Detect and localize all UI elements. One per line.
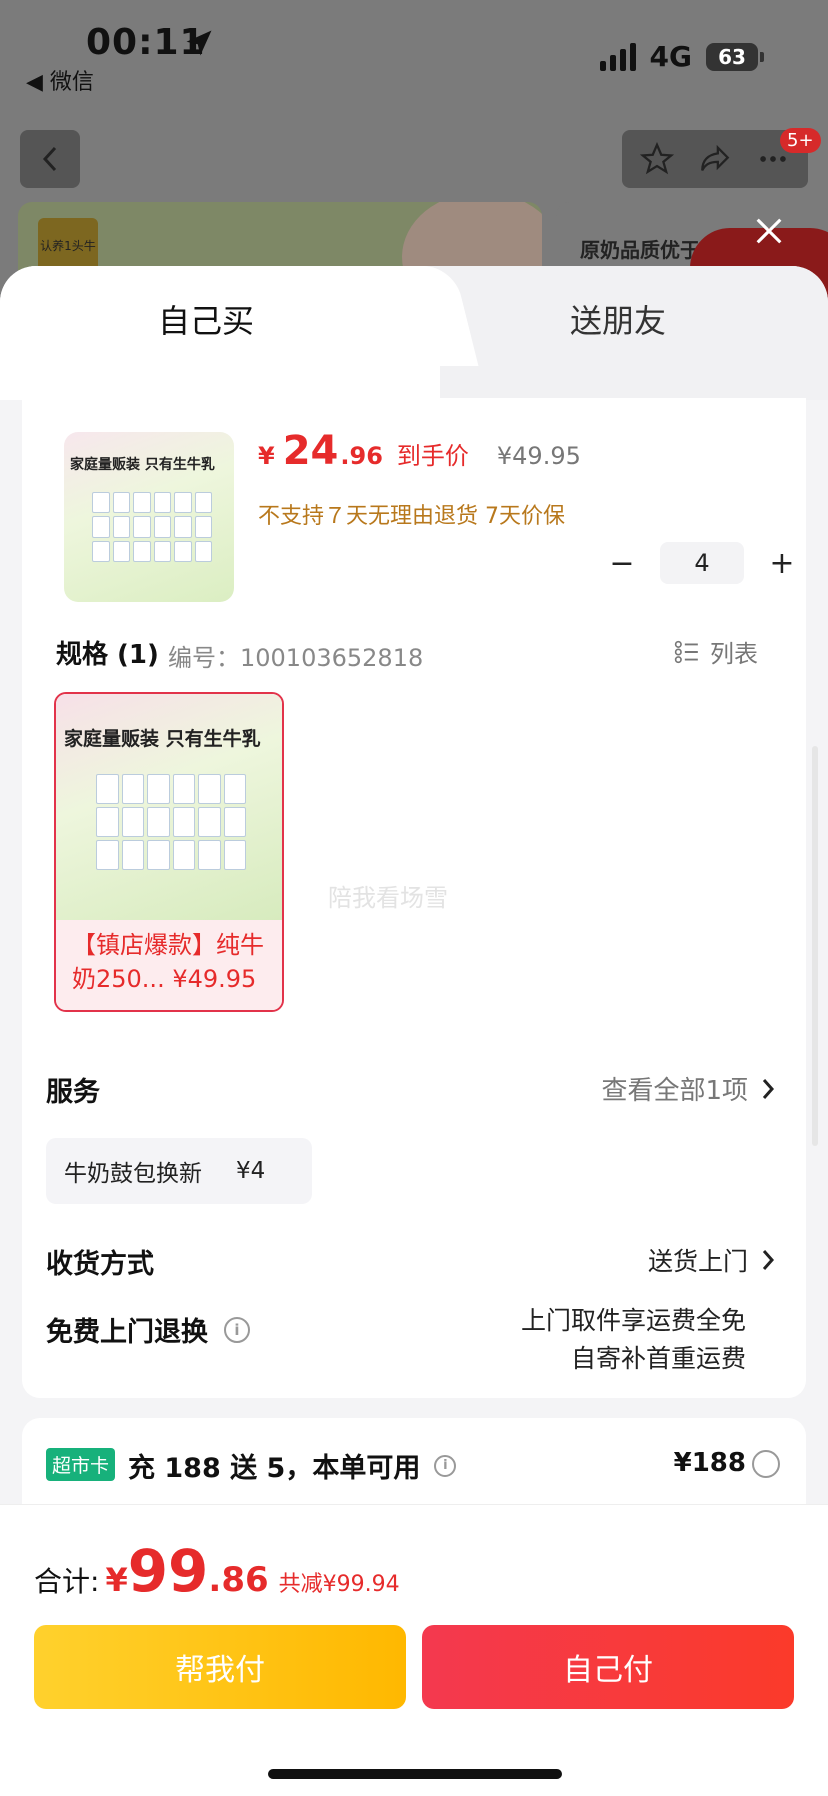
spec-image-title: 家庭量贩装 只有生牛乳 xyxy=(64,728,261,750)
decrease-button[interactable]: − xyxy=(604,545,640,581)
service-chip-price: ¥4 xyxy=(236,1158,266,1184)
chevron-right-icon xyxy=(762,1078,775,1099)
total-label: 合计: xyxy=(34,1565,100,1598)
price-row: ¥ 24 .96 到手价 ¥49.95 xyxy=(258,428,581,474)
price-tag: 到手价 xyxy=(396,442,469,470)
price-integer: 24 xyxy=(282,428,339,474)
spec-option-caption: 【镇店爆款】纯牛奶250... ¥49.95 xyxy=(56,920,282,1010)
original-price: ¥49.95 xyxy=(496,442,581,470)
price-decimal: .96 xyxy=(340,442,383,470)
quantity-stepper: − 4 + xyxy=(604,542,800,584)
background-card-text: 原奶品质优于 xyxy=(580,238,700,262)
thumbnail-title: 家庭量贩装 只有生牛乳 xyxy=(70,457,215,473)
shipping-value: 送货上门 xyxy=(647,1247,748,1276)
info-icon[interactable]: i xyxy=(434,1454,457,1477)
back-arrow-icon xyxy=(42,146,57,172)
info-icon[interactable]: i xyxy=(224,1316,250,1343)
tab-bar: 自己买 送朋友 xyxy=(0,266,828,400)
return-line-1: 上门取件享运费全免 xyxy=(520,1306,746,1335)
price-currency: ¥ xyxy=(258,442,275,470)
spec-option[interactable]: 家庭量贩装 只有生牛乳 【镇店爆款】纯牛奶250... ¥49.95 xyxy=(54,692,284,1012)
network-type: 4G xyxy=(649,40,692,73)
notification-badge: 5+ xyxy=(780,128,821,153)
quantity-value[interactable]: 4 xyxy=(660,542,744,584)
watermark: 陪我看场雪 xyxy=(328,884,448,912)
promo-price: ¥188 xyxy=(673,1448,746,1478)
promo-label: 充 188 送 5，本单可用 xyxy=(128,1453,421,1484)
view-all-services[interactable]: 查看全部1项 xyxy=(601,1070,776,1107)
free-return-details: 上门取件享运费全免 自寄补首重运费 xyxy=(521,1302,746,1378)
chevron-right-icon xyxy=(762,1250,775,1270)
scrollbar[interactable] xyxy=(812,746,818,1146)
total-integer: 99 xyxy=(127,1537,209,1605)
free-return-label: 免费上门退换 xyxy=(46,1317,208,1348)
promo-tag: 超市卡 xyxy=(46,1448,116,1481)
back-button[interactable] xyxy=(20,130,80,188)
product-card: 家庭量贩装 只有生牛乳 ¥ 24 .96 到手价 ¥49.95 不支持７天无理由… xyxy=(22,398,806,1398)
spec-heading: 规格 (1) xyxy=(56,640,159,670)
checkout-footer: 合计: ¥ 99 .86 共减¥99.94 帮我付 自己付 xyxy=(0,1504,828,1796)
battery-icon: 63 xyxy=(706,42,764,71)
status-right: 4G 63 xyxy=(599,40,764,73)
return-line-2: 自寄补首重运费 xyxy=(570,1344,746,1373)
total-discount: 共减¥99.94 xyxy=(278,1572,400,1597)
list-icon xyxy=(674,640,698,663)
increase-button[interactable]: + xyxy=(764,545,800,581)
shipping-title: 收货方式 xyxy=(46,1249,154,1280)
home-indicator xyxy=(268,1769,562,1779)
service-chip-name: 牛奶鼓包换新 xyxy=(64,1161,202,1187)
view-all-label: 查看全部1项 xyxy=(601,1076,748,1106)
product-thumbnail: 家庭量贩装 只有生牛乳 xyxy=(64,432,234,602)
shipping-method[interactable]: 送货上门 xyxy=(648,1242,776,1278)
spec-code: 编号：100103652818 xyxy=(168,644,424,672)
share-icon[interactable] xyxy=(698,142,732,176)
brand-logo: 认养1头牛 xyxy=(38,218,98,272)
total-currency: ¥ xyxy=(105,1561,128,1599)
promo-text: 充 188 送 5，本单可用 i xyxy=(128,1446,457,1485)
promo-radio[interactable] xyxy=(752,1450,780,1478)
spec-option-image: 家庭量贩装 只有生牛乳 xyxy=(56,694,282,920)
signal-icon xyxy=(599,42,636,71)
location-arrow-icon xyxy=(186,30,212,56)
star-icon[interactable] xyxy=(640,142,674,176)
self-pay-button[interactable]: 自己付 xyxy=(422,1625,794,1709)
service-chip[interactable]: 牛奶鼓包换新 ¥4 xyxy=(46,1138,312,1204)
back-to-wechat[interactable]: ◀ 微信 xyxy=(26,64,94,96)
free-return-title: 免费上门退换 i xyxy=(46,1310,250,1349)
help-pay-button[interactable]: 帮我付 xyxy=(34,1625,406,1709)
milk-boxes-graphic xyxy=(92,492,212,562)
service-title: 服务 xyxy=(46,1077,100,1108)
total-row: 合计: ¥ 99 .86 共减¥99.94 xyxy=(34,1537,400,1605)
milk-boxes-graphic xyxy=(96,774,246,870)
return-policy-notice: 不支持７天无理由退货 7天价保 xyxy=(258,504,565,529)
close-icon[interactable] xyxy=(752,214,786,248)
list-view-toggle[interactable]: 列表 xyxy=(674,634,758,669)
tab-self-buy[interactable]: 自己买 xyxy=(158,296,254,342)
list-view-label: 列表 xyxy=(710,640,758,668)
tab-gift-friend[interactable]: 送朋友 xyxy=(570,296,666,342)
total-decimal: .86 xyxy=(208,1560,269,1600)
